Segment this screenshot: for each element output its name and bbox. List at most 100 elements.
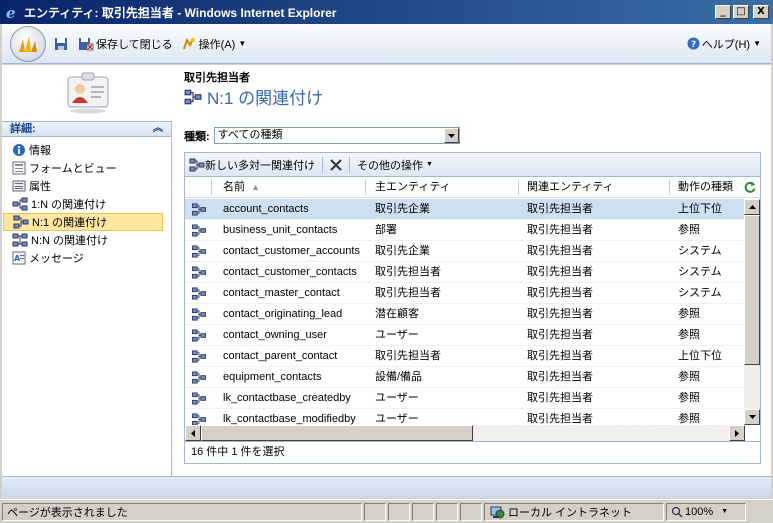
cell-primary-entity: 取引先担当者 (375, 350, 441, 362)
table-row[interactable]: contact_originating_lead 潜在顧客 取引先担当者 参照 (185, 304, 745, 325)
scroll-up-button[interactable] (744, 199, 760, 215)
table-row[interactable]: lk_contactbase_modifiedby ユーザー 取引先担当者 参照 (185, 409, 745, 425)
table-row[interactable]: contact_master_contact 取引先担当者 取引先担当者 システム (185, 283, 745, 304)
cell-behavior: システム (678, 245, 722, 257)
column-header-name[interactable]: 名前 ▲ (223, 177, 353, 198)
vertical-scrollbar[interactable] (744, 199, 760, 425)
cell-behavior: 参照 (678, 413, 700, 425)
more-actions-menu[interactable]: その他の操作 ▼ (357, 157, 433, 173)
relationship-n1-icon (191, 245, 207, 261)
type-filter-select[interactable]: すべての種類 (213, 127, 460, 144)
bottom-band (2, 476, 771, 498)
new-relationship-label: 新しい多対一関連付け (205, 159, 315, 172)
sidebar-item-attributes[interactable]: 属性 (2, 177, 171, 195)
sidebar-item-label: N:N の関連付け (31, 235, 108, 247)
relationship-n1-icon (191, 224, 207, 240)
cell-primary-entity: ユーザー (375, 392, 419, 404)
scroll-down-button[interactable] (744, 409, 760, 425)
cell-related-entity: 取引先担当者 (527, 203, 593, 215)
window-title: エンティティ: 取引先担当者 - Windows Internet Explor… (24, 5, 337, 20)
grid-rows: account_contacts 取引先企業 取引先担当者 上位下位 business_… (185, 199, 745, 425)
table-row[interactable]: contact_customer_contacts 取引先担当者 取引先担当者 システ… (185, 262, 745, 283)
relationship-n1-icon (191, 287, 207, 303)
sidebar-item-label: メッセージ (29, 253, 84, 265)
window-titlebar: e エンティティ: 取引先担当者 - Windows Internet Expl… (0, 0, 773, 24)
sidebar-item-n1-relationships[interactable]: N:1 の関連付け (3, 213, 163, 231)
chevron-down-icon: ▼ (426, 161, 433, 168)
relationship-n1-icon (191, 413, 207, 425)
cell-name: contact_parent_contact (223, 350, 338, 362)
cell-name: contact_owning_user (223, 329, 327, 341)
page-header: 取引先担当者 N:1 の関連付け (172, 65, 771, 121)
entity-icon-area (2, 65, 172, 121)
page-title-text: N:1 の関連付け (207, 89, 324, 108)
cell-behavior: システム (678, 287, 722, 299)
table-row[interactable]: contact_customer_accounts 取引先企業 取引先担当者 システム (185, 241, 745, 262)
column-header-behavior[interactable]: 動作の種類 (678, 177, 742, 198)
close-button[interactable]: X (753, 5, 769, 19)
new-relationship-button[interactable]: 新しい多対一関連付け (189, 157, 315, 173)
relationships-grid: 新しい多対一関連付け その他の操作 ▼ 名前 ▲ 主エンティティ 関連エンティテ… (184, 152, 761, 464)
column-header-primary-entity[interactable]: 主エンティティ (375, 177, 515, 198)
horizontal-scroll-thumb[interactable] (201, 425, 473, 441)
delete-button[interactable] (330, 158, 342, 171)
collapse-icon[interactable]: ︽ (153, 122, 163, 136)
cell-behavior: 参照 (678, 308, 700, 320)
cell-related-entity: 取引先担当者 (527, 287, 593, 299)
type-filter-label: 種類: (184, 130, 210, 143)
sidebar-item-nn-relationships[interactable]: N:N の関連付け (2, 231, 171, 249)
relationship-n1-icon (13, 215, 29, 229)
help-menu[interactable]: ? ヘルプ(H) ▼ (687, 36, 761, 52)
minimize-button[interactable]: _ (715, 5, 731, 19)
column-header-related-entity[interactable]: 関連エンティティ (527, 177, 667, 198)
sidebar-item-forms-views[interactable]: フォームとビュー (2, 159, 171, 177)
actions-menu[interactable]: 操作(A) ▼ (181, 36, 246, 52)
maximize-button[interactable]: □ (733, 5, 749, 19)
cell-primary-entity: 取引先企業 (375, 245, 430, 257)
table-row[interactable]: business_unit_contacts 部署 取引先担当者 参照 (185, 220, 745, 241)
sidebar-item-1n-relationships[interactable]: 1:N の関連付け (2, 195, 171, 213)
status-bar: ページが表示されました ローカル イントラネット 100% ▼ (0, 499, 773, 523)
table-row[interactable]: equipment_contacts 設備/備品 取引先担当者 参照 (185, 367, 745, 388)
ie-logo-icon: e (4, 4, 20, 20)
crm-logo-icon[interactable] (10, 25, 46, 62)
cell-name: account_contacts (223, 203, 309, 215)
cell-behavior: 参照 (678, 224, 700, 236)
more-actions-label: その他の操作 (357, 159, 423, 172)
sidebar-item-messages[interactable]: A メッセージ (2, 249, 171, 267)
dropdown-arrow-icon[interactable] (443, 128, 459, 143)
contact-card-icon (67, 72, 109, 114)
cell-related-entity: 取引先担当者 (527, 329, 593, 341)
cell-primary-entity: 部署 (375, 224, 397, 236)
cell-primary-entity: 設備/備品 (375, 371, 423, 383)
table-row[interactable]: lk_contactbase_createdby ユーザー 取引先担当者 参照 (185, 388, 745, 409)
table-row[interactable]: contact_parent_contact 取引先担当者 取引先担当者 上位下位 (185, 346, 745, 367)
scroll-left-button[interactable] (185, 425, 201, 441)
scroll-right-button[interactable] (729, 425, 745, 441)
table-row[interactable]: contact_owning_user ユーザー 取引先担当者 参照 (185, 325, 745, 346)
chevron-down-icon: ▼ (721, 508, 729, 515)
relationship-n1-icon (191, 329, 207, 345)
sidebar-item-label: フォームとビュー (29, 163, 117, 175)
filter-row: 種類: すべての種類 (184, 127, 460, 144)
main-toolbar: 保存して閉じる 操作(A) ▼ ? ヘルプ(H) ▼ (2, 24, 771, 64)
cell-related-entity: 取引先担当者 (527, 413, 593, 425)
zoom-control[interactable]: 100% ▼ (666, 502, 746, 521)
delete-icon (330, 158, 342, 171)
help-label: ヘルプ(H) (701, 38, 751, 51)
refresh-icon[interactable] (744, 177, 760, 198)
security-zone[interactable]: ローカル イントラネット (484, 502, 664, 521)
table-row[interactable]: account_contacts 取引先企業 取引先担当者 上位下位 (185, 199, 745, 220)
sidebar-section-header[interactable]: 詳細: ︽ (2, 121, 171, 137)
vertical-scroll-thumb[interactable] (744, 215, 760, 365)
cell-related-entity: 取引先担当者 (527, 371, 593, 383)
help-icon: ? (687, 37, 700, 50)
save-button[interactable] (54, 37, 70, 51)
sidebar-item-information[interactable]: 情報 (2, 141, 171, 159)
horizontal-scrollbar[interactable] (185, 425, 745, 441)
save-and-close-button[interactable]: 保存して閉じる (78, 36, 173, 52)
relationship-n1-icon (191, 392, 207, 408)
svg-text:A: A (14, 254, 21, 263)
message-icon: A (12, 251, 26, 265)
cell-related-entity: 取引先担当者 (527, 308, 593, 320)
